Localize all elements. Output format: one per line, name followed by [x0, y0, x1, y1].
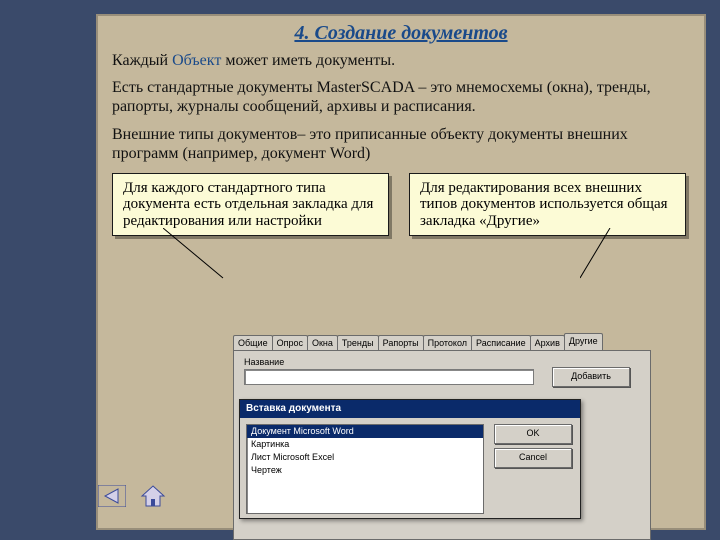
p1-keyword: Объект	[172, 52, 221, 69]
ok-button[interactable]: OK	[494, 424, 572, 444]
insert-dialog: Вставка документа Документ Microsoft Wor…	[239, 399, 581, 519]
callout-left: Для каждого стандартного типа документа …	[112, 173, 389, 237]
tab-окна[interactable]: Окна	[307, 335, 338, 350]
tab-тренды[interactable]: Тренды	[337, 335, 379, 350]
tab-протокол[interactable]: Протокол	[423, 335, 472, 350]
tab-опрос[interactable]: Опрос	[272, 335, 308, 350]
home-icon[interactable]	[140, 484, 166, 508]
callout-right-text: Для редактирования всех внешних типов до…	[420, 180, 668, 229]
callout-left-text: Для каждого стандартного типа документа …	[123, 180, 373, 229]
tab-panel: Название Добавить Вставка документа Доку…	[233, 350, 651, 540]
p1-post: может иметь документы.	[221, 52, 395, 69]
p1-pre: Каждый	[112, 52, 172, 69]
tab-архив[interactable]: Архив	[530, 335, 565, 350]
tabs-row: ОбщиеОпросОкнаТрендыРапортыПротоколРаспи…	[233, 334, 651, 350]
list-item[interactable]: Чертеж	[247, 464, 483, 477]
cancel-button[interactable]: Cancel	[494, 448, 572, 468]
callout-right-connector	[580, 228, 630, 288]
name-input[interactable]	[244, 369, 534, 385]
slide-frame: 4. Создание документов Каждый Объект мож…	[96, 14, 706, 530]
list-item[interactable]: Картинка	[247, 438, 483, 451]
list-item[interactable]: Документ Microsoft Word	[247, 425, 483, 438]
dialog-body: Документ Microsoft WordКартинкаЛист Micr…	[240, 418, 580, 518]
tab-расписание[interactable]: Расписание	[471, 335, 531, 350]
name-label: Название	[244, 357, 284, 367]
callout-left-connector	[163, 228, 233, 288]
slide-title: 4. Создание документов	[98, 16, 704, 45]
callouts-row: Для каждого стандартного типа документа …	[98, 165, 704, 237]
tab-другие[interactable]: Другие	[564, 333, 603, 350]
tab-общие[interactable]: Общие	[233, 335, 273, 350]
callout-right: Для редактирования всех внешних типов до…	[409, 173, 686, 237]
add-button[interactable]: Добавить	[552, 367, 630, 387]
nav-controls	[98, 484, 166, 508]
paragraph-3: Внешние типы документов– это приписанные…	[98, 119, 704, 165]
prev-icon[interactable]	[98, 485, 126, 507]
paragraph-1: Каждый Объект может иметь документы.	[98, 45, 704, 72]
tab-рапорты[interactable]: Рапорты	[378, 335, 424, 350]
list-item[interactable]: Лист Microsoft Excel	[247, 451, 483, 464]
document-listbox[interactable]: Документ Microsoft WordКартинкаЛист Micr…	[246, 424, 484, 514]
dialog-title: Вставка документа	[240, 400, 580, 418]
paragraph-2: Есть стандартные документы MasterSCADA –…	[98, 72, 704, 118]
screenshot: ОбщиеОпросОкнаТрендыРапортыПротоколРаспи…	[233, 334, 651, 539]
